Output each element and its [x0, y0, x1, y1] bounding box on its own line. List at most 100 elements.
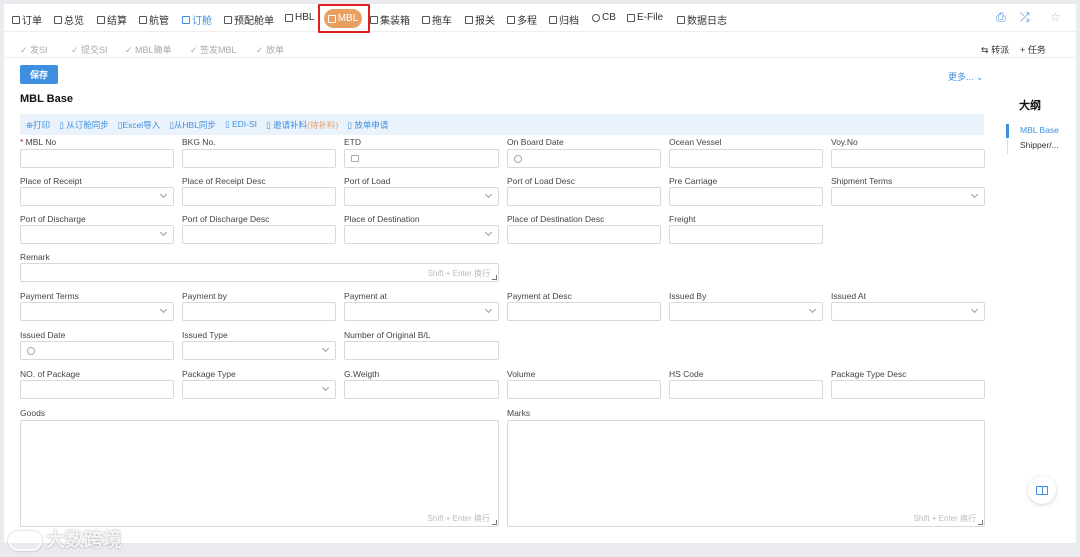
top-nav: 订单 总览 结算 航管 订舱 预配舱单 HBL MBL 集装箱 拖车 报关 多程…: [4, 4, 1076, 33]
release-request-button[interactable]: ▯ 放单申请: [347, 119, 388, 131]
tab-efile[interactable]: E-File: [627, 12, 663, 23]
book-icon[interactable]: [1028, 476, 1056, 504]
tab-overview[interactable]: 总览: [54, 12, 84, 27]
place-of-receipt-select[interactable]: [20, 187, 174, 206]
tab-cb[interactable]: CB: [592, 12, 616, 23]
page: 订单 总览 结算 航管 订舱 预配舱单 HBL MBL 集装箱 拖车 报关 多程…: [4, 4, 1076, 543]
hs-code-label: HS Code: [669, 369, 704, 379]
freight-input[interactable]: [669, 225, 823, 244]
issued-at-label: Issued At: [831, 291, 866, 301]
payment-by-input[interactable]: [182, 302, 336, 321]
resize-handle[interactable]: [978, 520, 983, 525]
subnav-issue-mbl[interactable]: ✓ 签发MBL: [190, 43, 237, 56]
issued-at-select[interactable]: [831, 302, 985, 321]
place-of-receipt-label: Place of Receipt: [20, 176, 82, 186]
tab-hbl[interactable]: HBL: [285, 12, 314, 23]
tab-data-log[interactable]: 数据日志: [677, 12, 727, 27]
etd-label: ETD: [344, 137, 361, 147]
payment-at-select[interactable]: [344, 302, 499, 321]
goods-textarea[interactable]: Shift + Enter 换行: [20, 420, 499, 527]
number-of-original-bl-input[interactable]: [344, 341, 499, 360]
issued-by-select[interactable]: [669, 302, 823, 321]
bkg-no-label: BKG No.: [182, 137, 216, 147]
package-type-label: Package Type: [182, 369, 236, 379]
payment-terms-select[interactable]: [20, 302, 174, 321]
ocean-vessel-input[interactable]: [669, 149, 823, 168]
remark-textarea[interactable]: Shift + Enter 换行: [20, 263, 499, 282]
invite-supplement-button[interactable]: ▯ 邀请补料(待补料): [266, 119, 338, 131]
subnav-submit-si[interactable]: ✓ 提交SI: [71, 43, 108, 56]
edi-si-button[interactable]: ▯ EDI-SI: [225, 119, 257, 130]
place-of-destination-select[interactable]: [344, 225, 499, 244]
sync-booking-button[interactable]: ▯ 从订舱同步: [59, 119, 109, 131]
port-of-discharge-desc-input[interactable]: [182, 225, 336, 244]
tab-customs[interactable]: 报关: [465, 12, 495, 27]
package-type-select[interactable]: [182, 380, 336, 399]
port-of-load-select[interactable]: [344, 187, 499, 206]
etd-datepicker[interactable]: [344, 149, 499, 168]
outline-item-mbl-base[interactable]: MBL Base: [1020, 125, 1059, 135]
freight-label: Freight: [669, 214, 696, 224]
voy-no-label: Voy.No: [831, 137, 858, 147]
port-of-discharge-desc-label: Port of Discharge Desc: [182, 214, 270, 224]
resize-handle[interactable]: [492, 275, 497, 280]
folder-icon: [549, 15, 557, 24]
issued-date-label: Issued Date: [20, 330, 66, 340]
user-icon: [592, 13, 600, 22]
tab-trucking[interactable]: 拖车: [422, 12, 452, 27]
voy-no-input[interactable]: [831, 149, 985, 168]
on-board-date-picker[interactable]: [507, 149, 661, 168]
add-task-button[interactable]: + 任务: [1020, 43, 1046, 56]
tab-booking[interactable]: 订舱: [182, 12, 212, 27]
issued-type-select[interactable]: [182, 341, 336, 360]
tab-shipping-mgmt[interactable]: 航管: [139, 12, 169, 27]
issued-date-picker[interactable]: [20, 341, 174, 360]
calendar-icon: [351, 155, 359, 162]
tab-order[interactable]: 订单: [12, 12, 42, 27]
tab-multi-leg[interactable]: 多程: [507, 12, 537, 27]
subnav-release[interactable]: ✓ 放单: [256, 43, 284, 56]
volume-input[interactable]: [507, 380, 661, 399]
print-icon[interactable]: ⎙: [996, 10, 1006, 25]
overview-icon: [54, 15, 62, 24]
subnav-send-si[interactable]: ✓ 发SI: [20, 43, 48, 56]
watermark: 大数跨境: [8, 525, 122, 552]
g-weigth-input[interactable]: [344, 380, 499, 399]
clock-icon: [27, 347, 35, 355]
sync-hbl-button[interactable]: ▯从HBL同步: [169, 119, 216, 131]
chevron-down-icon: [970, 190, 979, 199]
print-button[interactable]: ⊕打印: [26, 119, 50, 131]
issued-type-label: Issued Type: [182, 330, 228, 340]
pre-carriage-input[interactable]: [669, 187, 823, 206]
more-dropdown[interactable]: 更多... ⌄: [948, 70, 984, 83]
save-button[interactable]: 保存: [20, 65, 58, 84]
tab-pre-manifest[interactable]: 预配舱单: [224, 12, 274, 27]
transfer-button[interactable]: ⇆ 转派: [981, 43, 1009, 56]
payment-at-desc-label: Payment at Desc: [507, 291, 572, 301]
port-of-discharge-label: Port of Discharge: [20, 214, 86, 224]
plus-icon: +: [1020, 45, 1026, 55]
bkg-no-input[interactable]: [182, 149, 336, 168]
shuffle-icon[interactable]: ⤮: [1020, 10, 1030, 25]
excel-import-button[interactable]: ▯Excel导入: [118, 119, 160, 131]
resize-handle[interactable]: [492, 520, 497, 525]
port-of-load-desc-input[interactable]: [507, 187, 661, 206]
tab-archive[interactable]: 归档: [549, 12, 579, 27]
place-of-receipt-desc-input[interactable]: [182, 187, 336, 206]
package-type-desc-input[interactable]: [831, 380, 985, 399]
outline-item-shipper[interactable]: Shipper/...: [1020, 140, 1059, 150]
chevron-down-icon: [159, 190, 168, 199]
place-of-destination-desc-label: Place of Destination Desc: [507, 214, 605, 224]
star-icon[interactable]: ☆: [1050, 10, 1061, 24]
marks-textarea[interactable]: Shift + Enter 换行: [507, 420, 985, 527]
tab-container[interactable]: 集装箱: [370, 12, 410, 27]
tab-settlement[interactable]: 结算: [97, 12, 127, 27]
shipment-terms-select[interactable]: [831, 187, 985, 206]
port-of-discharge-select[interactable]: [20, 225, 174, 244]
payment-at-desc-input[interactable]: [507, 302, 661, 321]
subnav-mbl-confirm[interactable]: ✓ MBL确单: [125, 43, 172, 56]
no-of-package-input[interactable]: [20, 380, 174, 399]
mbl-no-input[interactable]: [20, 149, 174, 168]
hs-code-input[interactable]: [669, 380, 823, 399]
place-of-destination-desc-input[interactable]: [507, 225, 661, 244]
